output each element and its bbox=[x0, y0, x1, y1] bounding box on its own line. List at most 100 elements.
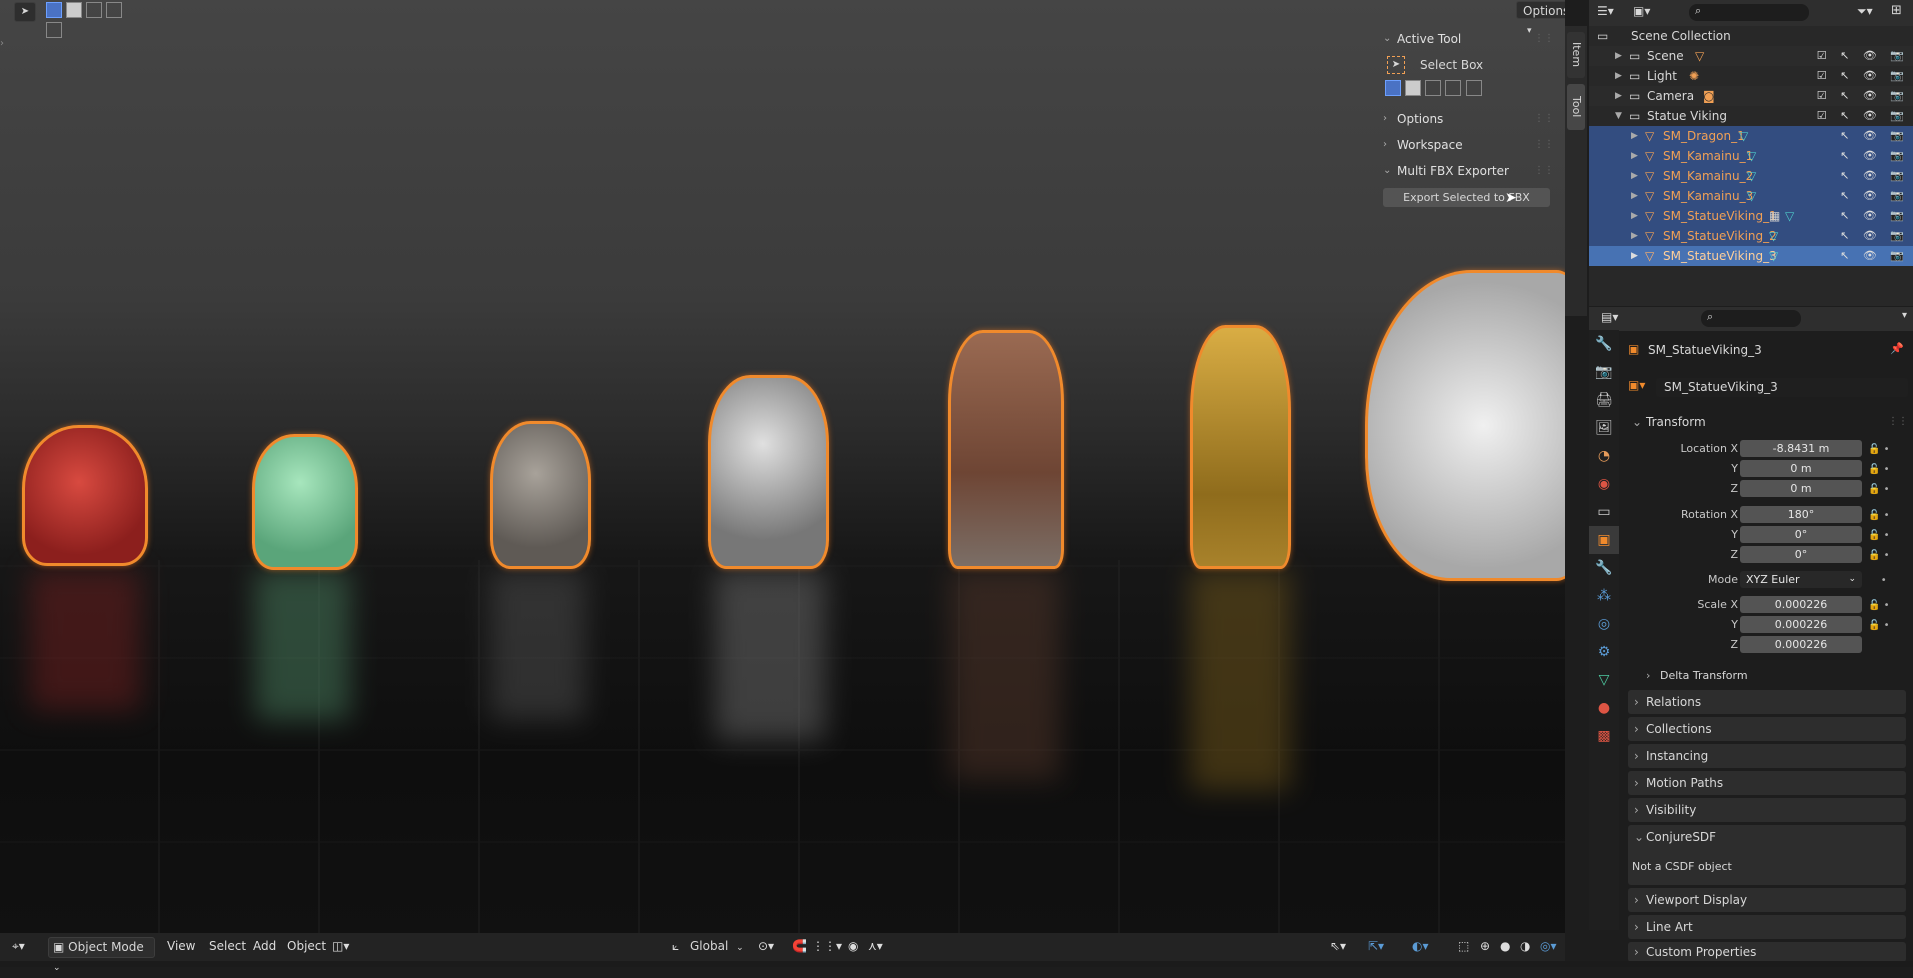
visibility-toggles-icon[interactable]: ↖ 👁 📷 bbox=[1840, 226, 1909, 246]
outliner-row-camera[interactable]: ▶ ▭ Camera ◙ ☑ ↖ 👁 📷 bbox=[1589, 86, 1913, 106]
lock-icon[interactable]: 🔓 • bbox=[1868, 546, 1904, 566]
proportional-editing-icon[interactable]: ◉ bbox=[848, 939, 858, 953]
viewport-display-panel[interactable]: › Viewport Display bbox=[1628, 888, 1906, 912]
editor-type-icon[interactable]: ☰▾ bbox=[1597, 4, 1614, 18]
outliner-row-sm-statueviking-1[interactable]: ▶ ▽ SM_StatueViking_1 ▦ ▽ ↖ 👁 📷 bbox=[1589, 206, 1913, 226]
scale-x-field[interactable]: 0.000226 bbox=[1740, 596, 1862, 613]
red-foo-dog-statue[interactable] bbox=[22, 425, 148, 566]
modifier-tab-icon[interactable]: 🔧 bbox=[1589, 554, 1619, 582]
snap-toggle-icon[interactable]: 🧲 bbox=[792, 939, 807, 953]
expand-arrow-icon[interactable]: ▶ bbox=[1631, 186, 1638, 206]
output-tab-icon[interactable]: 🖨 bbox=[1589, 386, 1619, 414]
visibility-panel[interactable]: › Visibility bbox=[1628, 798, 1906, 822]
object-tab-icon[interactable]: ▣ bbox=[1589, 526, 1619, 554]
expand-arrow-icon[interactable]: ▶ bbox=[1631, 146, 1638, 166]
collapse-arrow-icon[interactable]: ▼ bbox=[1615, 106, 1622, 126]
rotation-mode-dropdown[interactable]: XYZ Euler ⌄ bbox=[1740, 571, 1862, 588]
outliner-search-input[interactable]: ⌕ bbox=[1689, 4, 1809, 21]
expand-arrow-icon[interactable]: ▶ bbox=[1631, 246, 1638, 266]
outliner-row-sm-kamainu-2[interactable]: ▶ ▽ SM_Kamainu_2 ▽ ↖ 👁 📷 bbox=[1589, 166, 1913, 186]
white-dragon-statue[interactable] bbox=[1365, 270, 1565, 581]
lock-icon[interactable]: 🔓 • bbox=[1868, 526, 1904, 546]
instancing-panel[interactable]: › Instancing bbox=[1628, 744, 1906, 768]
active-tool-row[interactable]: ➤ Select Box bbox=[1375, 52, 1560, 80]
object-icon[interactable]: ▣▾ bbox=[1628, 378, 1645, 392]
overlays-icon[interactable]: ◐▾ bbox=[1412, 939, 1429, 953]
select-subtract-icon[interactable] bbox=[86, 2, 103, 18]
rotation-z-field[interactable]: 0° bbox=[1740, 546, 1862, 563]
editor-type-icon[interactable]: ▤▾ bbox=[1601, 310, 1618, 324]
properties-search-input[interactable]: ⌕ bbox=[1701, 310, 1801, 327]
select-new-icon[interactable] bbox=[46, 2, 62, 18]
drag-handle-icon[interactable]: ⋮⋮ bbox=[1888, 410, 1908, 434]
keyframe-dot-icon[interactable]: • bbox=[1868, 571, 1904, 591]
copper-viking-statue[interactable] bbox=[948, 330, 1064, 569]
pivot-point-icon[interactable]: ⊙▾ bbox=[758, 939, 774, 953]
expand-arrow-icon[interactable]: ▶ bbox=[1615, 46, 1622, 66]
outliner-row-light[interactable]: ▶ ▭ Light ✺ ☑ ↖ 👁 📷 bbox=[1589, 66, 1913, 86]
falloff-icon[interactable]: ⋏▾ bbox=[868, 939, 883, 953]
outliner-row-sm-dragon-1[interactable]: ▶ ▽ SM_Dragon_1 ▽ ↖ 👁 📷 bbox=[1589, 126, 1913, 146]
expand-arrow-icon[interactable]: ▶ bbox=[1631, 166, 1638, 186]
scene-tab-icon[interactable]: ◔ bbox=[1589, 442, 1619, 470]
wireframe-shading-icon[interactable]: ⊕ bbox=[1480, 939, 1490, 953]
select-intersect-icon[interactable] bbox=[1465, 80, 1482, 96]
visibility-toggles-icon[interactable]: ↖ 👁 📷 bbox=[1840, 166, 1909, 186]
world-tab-icon[interactable]: ◉ bbox=[1589, 470, 1619, 498]
material-shading-icon[interactable]: ◑ bbox=[1520, 939, 1530, 953]
lock-icon[interactable]: 🔓 • bbox=[1868, 616, 1904, 636]
material-tab-icon[interactable]: ● bbox=[1589, 694, 1619, 722]
location-y-field[interactable]: 0 m bbox=[1740, 460, 1862, 477]
viewport-options-dropdown[interactable]: Options ▾ bbox=[1516, 1, 1565, 36]
xray-toggle-icon[interactable]: ⬚ bbox=[1458, 939, 1469, 953]
view-layer-tab-icon[interactable]: 🖼 bbox=[1589, 414, 1619, 442]
select-tool-button[interactable]: ➤ bbox=[14, 2, 36, 22]
lock-icon[interactable]: 🔓 • bbox=[1868, 440, 1904, 460]
tab-tool[interactable]: Tool bbox=[1567, 84, 1585, 130]
silver-titan-statue[interactable] bbox=[708, 375, 829, 569]
location-x-field[interactable]: -8.8431 m bbox=[1740, 440, 1862, 457]
outliner-row-sm-statueviking-3[interactable]: ▶ ▽ SM_StatueViking_3 ▽ ↖ 👁 📷 bbox=[1589, 246, 1913, 266]
add-menu[interactable]: Add bbox=[253, 939, 276, 953]
object-mode-dropdown[interactable]: ▣ Object Mode ⌄ bbox=[48, 937, 155, 973]
expand-arrow-icon[interactable]: ▶ bbox=[1631, 206, 1638, 226]
rotation-x-field[interactable]: 180° bbox=[1740, 506, 1862, 523]
object-menu[interactable]: Object bbox=[287, 939, 326, 953]
custom-properties-panel[interactable]: › Custom Properties bbox=[1628, 942, 1906, 962]
visibility-toggles-icon[interactable]: ↖ 👁 📷 bbox=[1840, 246, 1909, 266]
visibility-toggles-icon[interactable]: ↖ 👁 📷 bbox=[1840, 206, 1909, 226]
delta-transform-subpanel[interactable]: › Delta Transform bbox=[1646, 666, 1908, 686]
location-z-field[interactable]: 0 m bbox=[1740, 480, 1862, 497]
motion-paths-panel[interactable]: › Motion Paths bbox=[1628, 771, 1906, 795]
active-tool-header[interactable]: ⌄ Active Tool ⋮⋮ bbox=[1375, 26, 1560, 52]
select-menu[interactable]: Select bbox=[209, 939, 246, 953]
physics-tab-icon[interactable]: ◎ bbox=[1589, 610, 1619, 638]
selection-mode-buttons[interactable] bbox=[46, 2, 141, 38]
visibility-toggles-icon[interactable]: ☑ ↖ 👁 📷 bbox=[1817, 106, 1909, 126]
drag-handle-icon[interactable]: ⋮⋮ bbox=[1534, 158, 1554, 184]
outliner-row-scene-collection[interactable]: ▭ Scene Collection bbox=[1589, 26, 1913, 46]
outliner-row-sm-kamainu-1[interactable]: ▶ ▽ SM_Kamainu_1 ▽ ↖ 👁 📷 bbox=[1589, 146, 1913, 166]
select-intersect-icon[interactable] bbox=[46, 22, 62, 38]
stone-foo-dog-statue[interactable] bbox=[490, 421, 591, 569]
collection-tab-icon[interactable]: ▭ bbox=[1589, 498, 1619, 526]
select-subtract-icon[interactable] bbox=[1425, 80, 1442, 96]
lock-icon[interactable]: 🔓 • bbox=[1868, 596, 1904, 616]
drag-handle-icon[interactable]: ⋮⋮ bbox=[1534, 26, 1554, 52]
conjure-sdf-panel[interactable]: ⌄ ConjureSDF Not a CSDF object bbox=[1628, 825, 1906, 885]
transform-header[interactable]: ⌄ Transform ⋮⋮ bbox=[1628, 410, 1908, 434]
object-name-field[interactable]: SM_StatueViking_3 bbox=[1656, 378, 1908, 397]
select-extend-icon[interactable] bbox=[1405, 80, 1422, 96]
visibility-toggles-icon[interactable]: ☑ ↖ 👁 📷 bbox=[1817, 86, 1909, 106]
tab-item[interactable]: Item bbox=[1567, 32, 1585, 78]
select-invert-icon[interactable] bbox=[106, 2, 123, 18]
constraints-tab-icon[interactable]: ⚙ bbox=[1589, 638, 1619, 666]
lock-icon[interactable]: 🔓 • bbox=[1868, 506, 1904, 526]
expand-arrow-icon[interactable]: ▶ bbox=[1615, 86, 1622, 106]
tool-mode-buttons[interactable] bbox=[1375, 80, 1560, 106]
filter-icon[interactable]: ⏷▾ bbox=[1857, 4, 1873, 19]
visibility-toggles-icon[interactable]: ☑ ↖ 👁 📷 bbox=[1817, 66, 1909, 86]
rotation-y-field[interactable]: 0° bbox=[1740, 526, 1862, 543]
particles-tab-icon[interactable]: ⁂ bbox=[1589, 582, 1619, 610]
line-art-panel[interactable]: › Line Art bbox=[1628, 915, 1906, 939]
